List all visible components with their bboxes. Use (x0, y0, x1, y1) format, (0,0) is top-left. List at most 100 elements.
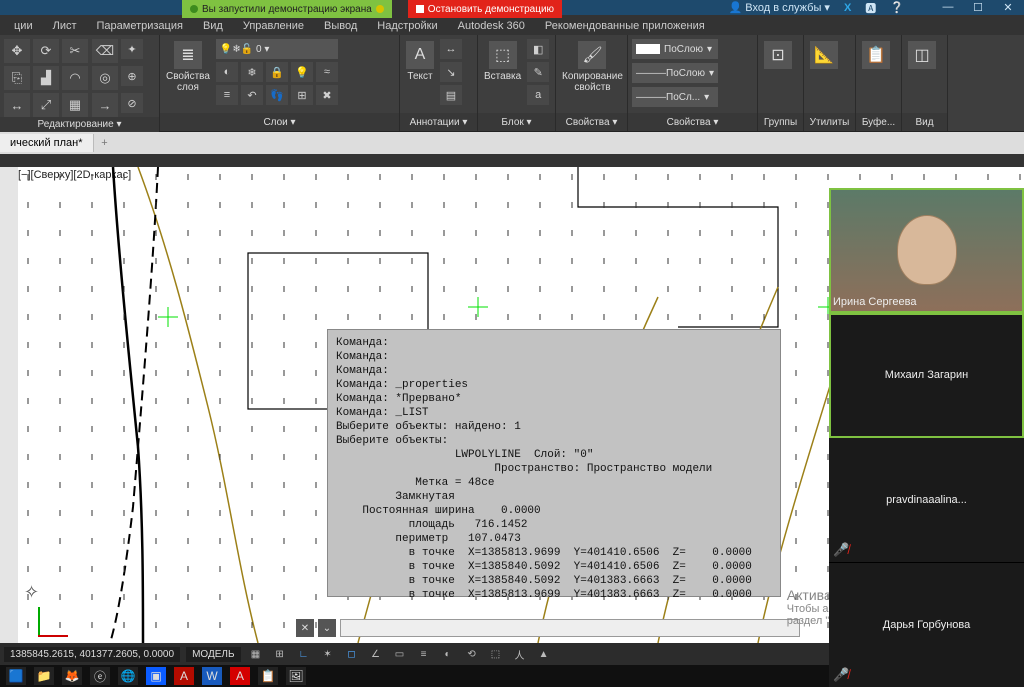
cmd-close-button[interactable]: ✕ (296, 619, 314, 637)
match-props-button[interactable]: 🖌Копирование свойств (560, 39, 625, 95)
taskbar-app-1[interactable]: 🟦 (6, 667, 26, 685)
exchange-icon[interactable]: X (844, 2, 851, 14)
layer-combo[interactable]: 💡❄🔓 0 ▾ (216, 39, 338, 59)
panel-edit[interactable]: Редактирование ▾ (0, 117, 159, 132)
3d-toggle[interactable]: ⬚ (487, 646, 505, 662)
a360-icon[interactable]: 🅰 (865, 0, 876, 16)
layer-merge-button[interactable]: ⊞ (291, 85, 313, 105)
tab-annotations[interactable]: ции (4, 17, 43, 35)
trim-button[interactable]: ✂ (62, 39, 88, 63)
taskbar-app-5[interactable]: 🌐 (118, 667, 138, 685)
stretch-button[interactable]: ↔ (4, 93, 30, 117)
taskbar-app-11[interactable]: 🖼 (286, 667, 306, 685)
ortho-toggle[interactable]: ∟ (295, 646, 313, 662)
edit-block-button[interactable]: ✎ (527, 62, 549, 82)
layer-off-button[interactable]: 💡 (291, 62, 313, 82)
rotate-button[interactable]: ⟳ (33, 39, 59, 63)
video-tile-2[interactable]: Михаил Загарин (829, 313, 1024, 438)
help-icon[interactable]: ❔ (890, 1, 904, 14)
taskbar-word[interactable]: W (202, 667, 222, 685)
break-button[interactable]: ⊘ (121, 93, 143, 113)
table-button[interactable]: ▤ (440, 85, 462, 105)
tab-view[interactable]: Вид (193, 17, 233, 35)
scale-button[interactable]: ⤢ (33, 93, 59, 117)
create-block-button[interactable]: ◧ (527, 39, 549, 59)
fillet-button[interactable]: ◠ (62, 66, 88, 90)
view-button[interactable]: ◫ (906, 39, 938, 71)
maximize-button[interactable]: ☐ (968, 1, 988, 14)
lw-combo[interactable]: ———ПоСлою ▾ (632, 63, 718, 83)
tab-a360[interactable]: Autodesk 360 (448, 17, 535, 35)
dyn-toggle[interactable]: ▭ (391, 646, 409, 662)
layer-lock-button[interactable]: 🔒 (266, 62, 288, 82)
attr-button[interactable]: a (527, 85, 549, 105)
extend-button[interactable]: → (92, 93, 118, 117)
tab-sheet[interactable]: Лист (43, 17, 87, 35)
minimize-button[interactable]: — (938, 1, 958, 14)
tab-manage[interactable]: Управление (233, 17, 314, 35)
file-tab[interactable]: ический план* (0, 134, 94, 152)
polar-toggle[interactable]: ✶ (319, 646, 337, 662)
insert-button[interactable]: ⬚Вставка (482, 39, 523, 84)
layer-del-button[interactable]: ✖ (316, 85, 338, 105)
layer-prev-button[interactable]: ↶ (241, 85, 263, 105)
annoscale-toggle[interactable]: ▲ (535, 646, 553, 662)
trans-toggle[interactable]: ◐ (439, 646, 457, 662)
tab-addins[interactable]: Надстройки (367, 17, 447, 35)
tab-output[interactable]: Вывод (314, 17, 367, 35)
taskbar-app-4[interactable]: ⓔ (90, 667, 110, 685)
color-combo[interactable]: ПоСлою ▾ (632, 39, 718, 59)
taskbar-pdf[interactable]: A (174, 667, 194, 685)
model-button[interactable]: МОДЕЛЬ (186, 647, 240, 662)
panel-layers[interactable]: Слои ▾ (160, 113, 399, 131)
coords-readout[interactable]: 1385845.2615, 401377.2605, 0.0000 (4, 647, 180, 662)
explode-button[interactable]: ✦ (121, 39, 143, 59)
copy-button[interactable]: ⎘ (4, 66, 30, 90)
compass-icon[interactable]: ✧ (24, 582, 39, 603)
layer-walk-button[interactable]: 👣 (266, 85, 288, 105)
taskbar-autocad[interactable]: A (230, 667, 250, 685)
dim-button[interactable]: ↔ (440, 39, 462, 59)
taskbar-app-2[interactable]: 📁 (34, 667, 54, 685)
grid-toggle[interactable]: ▦ (247, 646, 265, 662)
groups-button[interactable]: ⊡ (762, 39, 794, 71)
panel-props[interactable]: Свойства ▾ (556, 113, 627, 131)
command-window[interactable]: Команда: Команда: Команда: Команда: _pro… (327, 329, 781, 597)
join-button[interactable]: ⊕ (121, 66, 143, 86)
text-button[interactable]: AТекст (404, 39, 436, 84)
taskbar-zoom[interactable]: ▣ (146, 667, 166, 685)
taskbar-app-10[interactable]: 📋 (258, 667, 278, 685)
layer-state-button[interactable]: ≡ (216, 85, 238, 105)
layer-props-button[interactable]: ≣Свойства слоя (164, 39, 212, 95)
video-tile-1[interactable]: Ирина Сергеева (829, 188, 1024, 313)
cmd-recent-button[interactable]: ⌄ (318, 619, 336, 637)
clip-button[interactable]: 📋 (860, 39, 892, 71)
osnap-toggle[interactable]: ◻ (343, 646, 361, 662)
move-button[interactable]: ✥ (4, 39, 30, 63)
panel-block[interactable]: Блок ▾ (478, 113, 555, 131)
cycle-toggle[interactable]: ⟲ (463, 646, 481, 662)
offset-button[interactable]: ◎ (92, 66, 118, 90)
layer-iso-button[interactable]: ◐ (216, 62, 238, 82)
layer-freeze-button[interactable]: ❄ (241, 62, 263, 82)
panel-annotation[interactable]: Аннотации ▾ (400, 113, 477, 131)
taskbar-app-3[interactable]: 🦊 (62, 667, 82, 685)
annomon-toggle[interactable]: 人 (511, 646, 529, 662)
left-toolbar[interactable] (0, 167, 18, 643)
array-button[interactable]: ▦ (62, 93, 88, 117)
video-tile-3[interactable]: pravdinaaalina...🎤̸ (829, 438, 1024, 563)
erase-button[interactable]: ⌫ (92, 39, 118, 63)
lw-toggle[interactable]: ≡ (415, 646, 433, 662)
layer-match-button[interactable]: ≈ (316, 62, 338, 82)
command-input[interactable] (340, 619, 800, 637)
video-tile-4[interactable]: Дарья Горбунова🎤̸ (829, 563, 1024, 687)
util-button[interactable]: 📐 (808, 39, 840, 71)
tab-parametric[interactable]: Параметризация (87, 17, 193, 35)
signin-button[interactable]: 👤 Вход в службы ▾ (729, 1, 830, 14)
close-button[interactable]: ✕ (998, 1, 1018, 14)
mirror-button[interactable]: ▟ (33, 66, 59, 90)
stop-share-button[interactable]: Остановить демонстрацию (408, 0, 562, 18)
leader-button[interactable]: ↘ (440, 62, 462, 82)
snap-toggle[interactable]: ⊞ (271, 646, 289, 662)
lt-combo[interactable]: ———ПоСл... ▾ (632, 87, 718, 107)
